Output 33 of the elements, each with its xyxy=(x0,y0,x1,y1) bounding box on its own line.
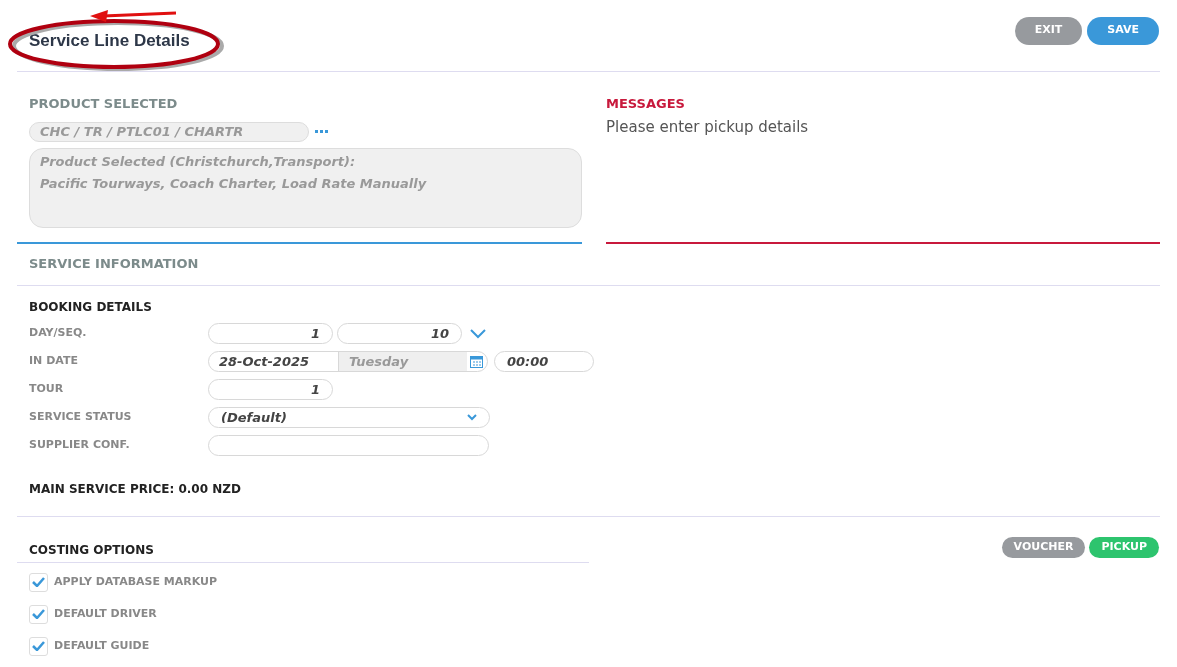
input-field[interactable]: 10 xyxy=(337,323,462,344)
product-code-field: CHC / TR / PTLC01 / CHARTR xyxy=(29,121,309,142)
section-heading: COSTING OPTIONS xyxy=(29,542,154,557)
messages-heading: MESSAGES xyxy=(606,95,686,113)
date-value: 28-Oct-2025 xyxy=(218,352,311,371)
field-label: SUPPLIER CONF. xyxy=(29,437,131,454)
calendar-icon[interactable] xyxy=(470,355,483,368)
product-description-box: Product Selected (Christchurch,Transport): Pacific Tourways, Coach Charter, Load Rate Manually xyxy=(29,147,582,228)
section-heading: SERVICE INFORMATION xyxy=(29,255,199,274)
checkbox[interactable] xyxy=(29,604,48,624)
field-label: SERVICE STATUS xyxy=(29,409,133,426)
section-heading: PRODUCT SELECTED xyxy=(29,95,179,113)
field-label: IN DATE xyxy=(29,353,79,370)
time-field[interactable]: 00:00 xyxy=(494,351,594,372)
field-label: TOUR xyxy=(29,381,65,398)
input-field[interactable] xyxy=(208,435,489,456)
section-heading: BOOKING DETAILS xyxy=(29,298,153,316)
input-field[interactable]: 1 xyxy=(208,323,333,344)
option-label: DEFAULT GUIDE xyxy=(54,637,150,654)
page-title: Service Line Details xyxy=(29,29,190,52)
checkbox[interactable] xyxy=(29,572,48,592)
input-field[interactable]: 1 xyxy=(208,379,333,400)
option-label: DEFAULT DRIVER xyxy=(54,605,157,622)
checkbox[interactable] xyxy=(29,636,48,656)
price-text: MAIN SERVICE PRICE: 0.00 NZD xyxy=(29,480,242,498)
chevron-down-icon[interactable] xyxy=(470,328,486,339)
field-label: DAY/SEQ. xyxy=(29,325,88,342)
option-label: APPLY DATABASE MARKUP xyxy=(54,573,218,590)
chevron-down-icon xyxy=(467,414,477,421)
weekday-value: Tuesday xyxy=(338,352,467,371)
message-text: Please enter pickup details xyxy=(606,116,810,138)
status-select[interactable]: (Default) xyxy=(208,407,490,428)
more-icon[interactable] xyxy=(315,129,328,134)
